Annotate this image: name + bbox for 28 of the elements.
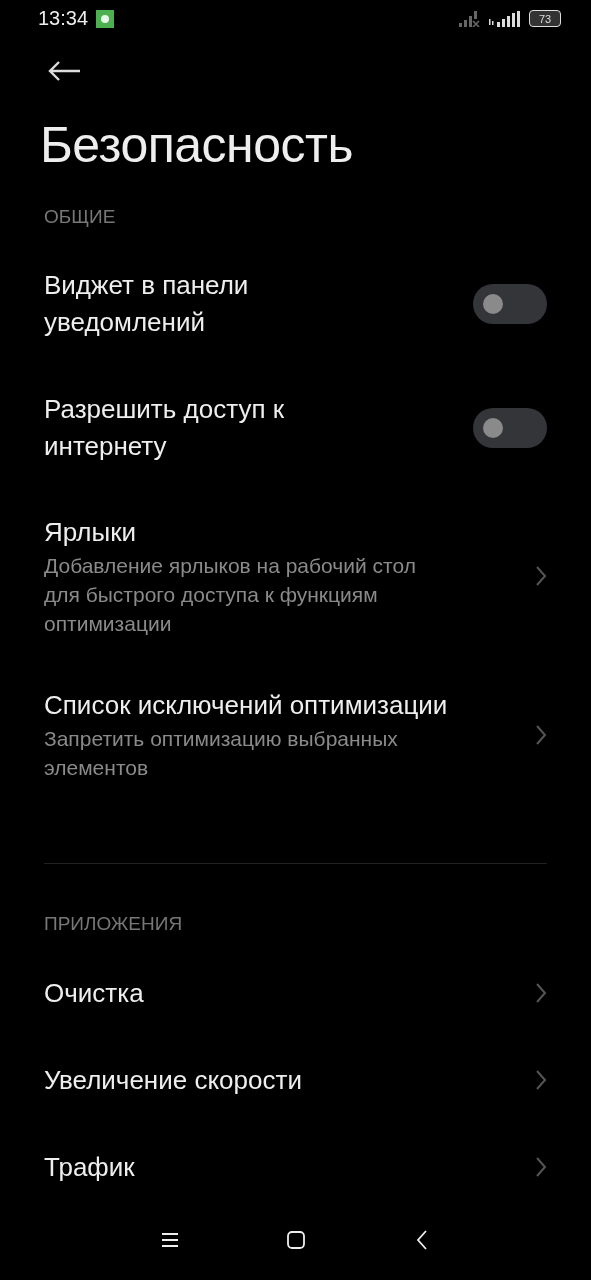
section-header: ПРИЛОЖЕНИЯ (44, 911, 184, 936)
setting-title: Увеличение скорости (44, 1063, 303, 1097)
page-title: Безопасность (40, 116, 354, 173)
signal-off-icon (459, 11, 481, 27)
setting-title: Виджет в панели уведомлений (44, 268, 250, 339)
chevron-right-icon (535, 1156, 547, 1179)
setting-title: Ярлыки (44, 515, 138, 549)
setting-title: Трафик (44, 1150, 136, 1184)
back-chevron-icon (415, 1230, 428, 1251)
setting-description: Добавление ярлыков на рабочий стол для быстрого доступа к функциям оптимизации (44, 552, 417, 637)
setting-description: Запретить оптимизацию выбранных элементов (44, 725, 399, 781)
signal-icon (489, 11, 521, 27)
section-header: ОБЩИЕ (44, 204, 117, 229)
setting-title: Очистка (44, 976, 145, 1010)
chevron-right-icon (535, 982, 547, 1005)
chevron-right-icon (535, 1069, 547, 1092)
setting-title: Список исключений оптимизации (44, 688, 449, 722)
toggle-switch[interactable] (473, 283, 547, 324)
status-time: 13:34 (38, 7, 89, 31)
chevron-right-icon (535, 565, 547, 588)
back-arrow-icon (47, 59, 81, 82)
battery-indicator: 73 (529, 10, 561, 28)
toggle-switch[interactable] (473, 407, 547, 448)
setting-title: Разрешить доступ к интернету (44, 392, 286, 463)
menu-icon (160, 1232, 179, 1249)
chevron-right-icon (535, 723, 547, 746)
home-icon (286, 1231, 305, 1250)
app-notification-icon (96, 10, 115, 28)
